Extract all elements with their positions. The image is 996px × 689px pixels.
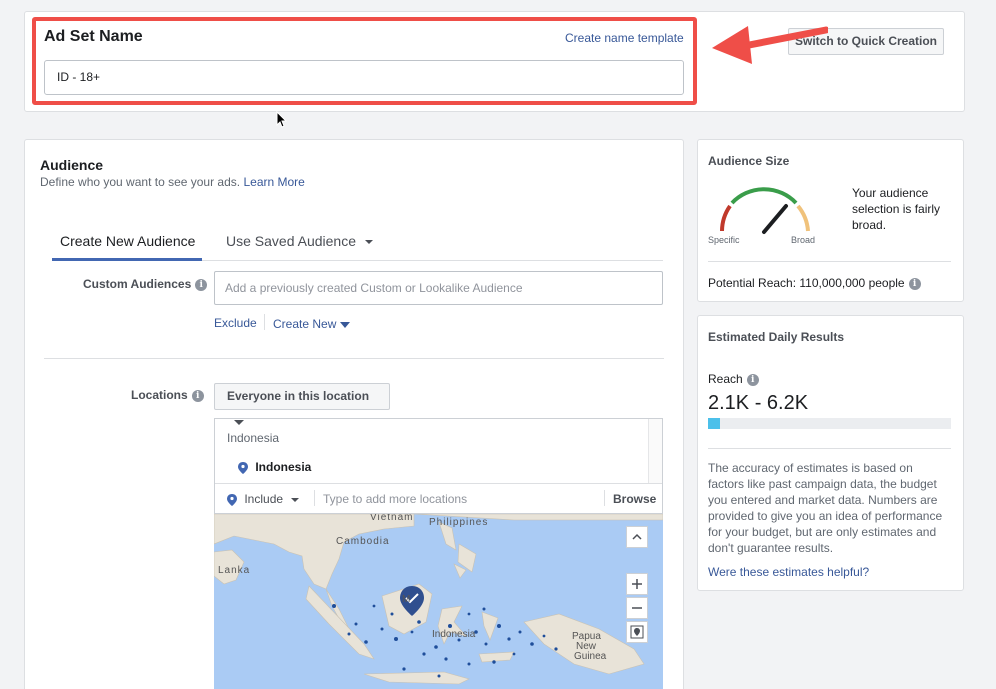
include-dropdown[interactable]: Include bbox=[227, 492, 300, 506]
custom-audience-search-input[interactable]: Add a previously created Custom or Looka… bbox=[214, 271, 663, 305]
map-label-cambodia: Cambodia bbox=[336, 536, 390, 547]
selected-location-text: Indonesia bbox=[255, 460, 312, 474]
info-icon[interactable]: i bbox=[191, 389, 204, 402]
mouse-cursor-icon bbox=[276, 111, 288, 128]
tab-create-new-audience[interactable]: Create New Audience bbox=[60, 233, 195, 249]
audience-title: Audience bbox=[40, 157, 104, 173]
map-drop-pin-button[interactable] bbox=[626, 621, 648, 643]
reach-value: 2.1K - 6.2K bbox=[708, 392, 809, 414]
map-landmasses bbox=[214, 514, 663, 685]
learn-more-link[interactable]: Learn More bbox=[243, 175, 304, 189]
create-new-link[interactable]: Create New bbox=[273, 317, 350, 331]
estimated-daily-results-title: Estimated Daily Results bbox=[708, 330, 845, 344]
reach-bar-track bbox=[708, 418, 951, 429]
chevron-up-icon bbox=[632, 533, 642, 540]
pin-target-icon bbox=[630, 625, 644, 639]
map-label-guinea: Guinea bbox=[574, 651, 607, 662]
reach-label-text: Reach bbox=[708, 372, 743, 386]
location-mode-dropdown[interactable]: Everyone in this location bbox=[214, 383, 390, 425]
estimates-disclaimer: The accuracy of estimates is based on fa… bbox=[708, 461, 943, 555]
caret-down-icon bbox=[339, 321, 350, 328]
audience-description: Define who you want to see your ads. Lea… bbox=[40, 175, 305, 189]
minus-icon bbox=[632, 607, 642, 609]
estimates-divider bbox=[708, 448, 951, 449]
map-label-philippines: Philippines bbox=[429, 517, 489, 528]
audience-desc-text: Define who you want to see your ads. bbox=[40, 175, 241, 189]
audience-size-description: Your audience selection is fairly broad. bbox=[852, 186, 941, 232]
map-zoom-out-button[interactable] bbox=[626, 597, 648, 619]
audience-size-divider bbox=[708, 261, 951, 262]
tab-saved-label: Use Saved Audience bbox=[226, 233, 356, 249]
highlight-box bbox=[32, 17, 697, 105]
info-icon[interactable]: i bbox=[908, 277, 921, 290]
custom-audiences-text: Custom Audiences bbox=[83, 277, 192, 291]
caret-down-icon bbox=[364, 240, 373, 245]
locations-label: Locations i bbox=[131, 388, 204, 402]
info-icon[interactable]: i bbox=[195, 278, 208, 291]
location-mode-text: Everyone in this location bbox=[227, 389, 370, 403]
map-label-papua-new-guinea: Papua New Guinea bbox=[572, 632, 606, 662]
map-label-vietnam: Vietnam bbox=[370, 514, 414, 523]
reach-bar-fill bbox=[708, 418, 721, 429]
audience-gauge-icon bbox=[720, 187, 810, 234]
browse-separator bbox=[604, 490, 605, 506]
section-divider bbox=[44, 358, 664, 359]
gauge-specific-label: Specific bbox=[708, 235, 740, 245]
map-label-indonesia: Indonesia bbox=[432, 629, 476, 640]
map-zoom-in-button[interactable] bbox=[626, 573, 648, 595]
locations-text: Locations bbox=[131, 388, 188, 402]
active-tab-indicator bbox=[52, 258, 202, 261]
location-pin-icon bbox=[227, 493, 237, 506]
estimates-helpful-link[interactable]: Were these estimates helpful? bbox=[708, 565, 869, 579]
include-separator bbox=[314, 490, 315, 506]
gauge-broad-label: Broad bbox=[791, 235, 816, 245]
location-row-divider bbox=[215, 483, 662, 484]
reach-label: Reach i bbox=[708, 372, 759, 386]
location-map[interactable]: Vietnam Philippines Cambodia Lanka M Ind… bbox=[214, 514, 663, 689]
include-text: Include bbox=[244, 492, 284, 506]
exclude-link[interactable]: Exclude bbox=[214, 316, 257, 330]
location-pin-icon bbox=[238, 461, 248, 474]
map-collapse-button[interactable] bbox=[626, 526, 648, 548]
link-separator bbox=[264, 314, 265, 330]
location-country-header: Indonesia bbox=[227, 431, 280, 445]
selected-location-item[interactable]: Indonesia bbox=[238, 460, 311, 474]
map-label-lanka: Lanka bbox=[218, 565, 251, 576]
audience-size-title: Audience Size bbox=[708, 154, 790, 168]
caret-down-icon bbox=[291, 497, 300, 502]
info-icon[interactable]: i bbox=[746, 373, 759, 386]
location-list-scrollbar[interactable] bbox=[648, 419, 662, 483]
tab-use-saved-audience[interactable]: Use Saved Audience bbox=[226, 233, 374, 249]
browse-button[interactable]: Browse bbox=[613, 492, 656, 506]
potential-reach: Potential Reach: 110,000,000 people i bbox=[708, 276, 921, 290]
potential-reach-text: Potential Reach: 110,000,000 people bbox=[708, 276, 905, 290]
map-label-malaysia: M bbox=[402, 594, 411, 605]
red-arrow-annotation bbox=[712, 26, 828, 64]
location-search-input[interactable]: Type to add more locations bbox=[323, 492, 467, 506]
custom-audiences-label: Custom Audiences i bbox=[83, 277, 208, 291]
create-new-text: Create New bbox=[273, 317, 337, 331]
plus-icon bbox=[632, 579, 642, 589]
